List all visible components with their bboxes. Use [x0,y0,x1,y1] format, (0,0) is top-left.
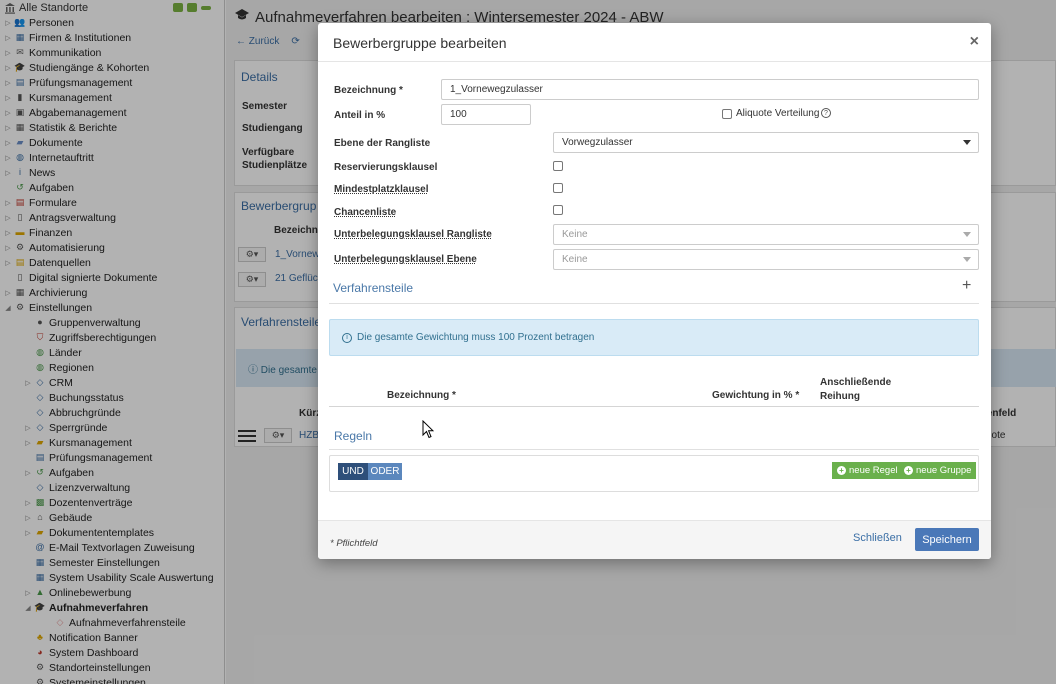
ebene-value: Vorwegzulasser [562,137,633,148]
rules-builder: UND ODER + neue Regel + neue Gruppe [329,455,979,492]
aliquote-label: Aliquote Verteilung [736,108,820,119]
col-gewichtung: Gewichtung in % * [712,390,800,401]
anteil-input[interactable] [441,104,531,125]
info-icon: i [342,332,352,343]
section-divider [329,303,979,304]
plus-circle-icon: + [904,466,913,475]
col-bezeichnung: Bezeichnung * [387,390,456,401]
mindestplatz-checkbox[interactable] [553,183,563,193]
modal-title: Bewerbergruppe bearbeiten [333,35,507,51]
bezeichnung-input[interactable] [441,79,979,100]
help-icon[interactable]: ? [821,108,831,118]
add-rule-label: neue Regel [849,465,898,476]
anteil-label: Anteil in % [334,110,386,121]
caret-down-icon [963,140,971,145]
unterbelegung-ebene-label: Unterbelegungsklausel Ebene [334,254,477,265]
add-group-label: neue Gruppe [916,465,972,476]
unterbelegung-rangliste-value: Keine [562,229,588,240]
edit-applicant-group-dialog: Bewerbergruppe bearbeiten × Bezeichnung … [318,23,991,559]
table-header-divider [329,406,979,407]
required-field-note: * Pflichtfeld [330,538,378,549]
verfahrensteile-title: Verfahrensteile [333,281,414,295]
chancenliste-checkbox[interactable] [553,205,563,215]
weight-info-text: Die gesamte Gewichtung muss 100 Prozent … [357,332,595,343]
unterbelegung-ebene-select[interactable]: Keine [553,249,979,270]
section-divider [329,449,979,450]
caret-down-icon [963,232,971,237]
chancenliste-label: Chancenliste [334,207,397,218]
col-reihung: Anschließende Reihung [820,377,892,402]
weight-info-alert: i Die gesamte Gewichtung muss 100 Prozen… [329,319,979,356]
bezeichnung-label: Bezeichnung * [334,85,403,96]
regeln-title: Regeln [334,429,373,443]
add-rule-button[interactable]: + neue Regel [832,462,903,479]
aliquote-checkbox[interactable] [722,109,732,119]
oder-toggle[interactable]: ODER [368,463,402,480]
caret-down-icon [963,257,971,262]
add-verfahrensteil-icon[interactable]: + [962,277,971,295]
reservierung-label: Reservierungsklausel [334,162,438,173]
save-button[interactable]: Speichern [915,528,979,551]
mindestplatz-label: Mindestplatzklausel [334,184,429,195]
ebene-label: Ebene der Rangliste [334,138,431,149]
und-toggle[interactable]: UND [338,463,368,480]
close-icon[interactable]: × [970,33,979,51]
ebene-select[interactable]: Vorwegzulasser [553,132,979,153]
reservierung-checkbox[interactable] [553,161,563,171]
add-group-button[interactable]: + neue Gruppe [899,462,977,479]
close-button[interactable]: Schließen [853,532,902,544]
modal-header: Bewerbergruppe bearbeiten × [318,23,991,62]
modal-footer: * Pflichtfeld Schließen Speichern [318,520,991,559]
plus-icon: + [837,466,846,475]
unterbelegung-rangliste-label: Unterbelegungsklausel Rangliste [334,229,492,240]
mouse-cursor-icon [422,419,435,442]
unterbelegung-ebene-value: Keine [562,254,588,265]
unterbelegung-rangliste-select[interactable]: Keine [553,224,979,245]
